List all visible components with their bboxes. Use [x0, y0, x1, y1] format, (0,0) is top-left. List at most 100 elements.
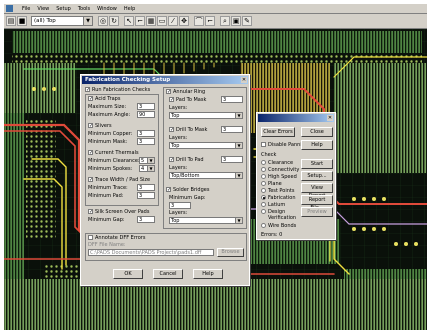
high-speed-label: High Speed — [268, 174, 297, 180]
close-icon[interactable]: ✕ — [241, 77, 247, 83]
open-icon[interactable]: ▤ — [6, 16, 16, 26]
chevron-down-icon[interactable]: ▼ — [235, 143, 242, 148]
chevron-down-icon[interactable]: ▼ — [235, 173, 242, 178]
save-icon[interactable]: ■ — [17, 16, 27, 26]
pad-to-mask-checkbox[interactable]: ✓ — [169, 97, 174, 103]
silk-screen-label: Silk Screen Over Pads — [95, 209, 150, 215]
menu-tools[interactable]: Tools — [78, 4, 90, 14]
verify-icon[interactable]: ▣ — [231, 16, 241, 26]
preview-button[interactable]: Preview — [301, 207, 333, 217]
drill-mask-layers-label: Layers: — [169, 135, 188, 141]
menu-window[interactable]: Window — [97, 4, 117, 14]
close-button[interactable]: Close — [301, 127, 333, 137]
disable-panning-checkbox[interactable] — [261, 142, 266, 147]
plane-radio[interactable] — [261, 181, 266, 186]
test-points-radio[interactable] — [261, 188, 266, 193]
bridges-layers-select[interactable]: Top ▼ — [169, 217, 243, 224]
annotate-checkbox[interactable] — [88, 235, 93, 240]
drill-mask-layer-value: Top — [171, 143, 180, 149]
acid-traps-checkbox[interactable]: ✓ — [88, 96, 93, 102]
min-pad-input[interactable]: 3 — [137, 192, 155, 199]
min-copper-input[interactable]: 3 — [137, 130, 155, 137]
browse-button[interactable]: Browse — [217, 248, 244, 257]
trace-width-checkbox[interactable]: ✓ — [88, 177, 93, 183]
latium-radio[interactable] — [261, 202, 266, 207]
menu-help[interactable]: Help — [124, 4, 135, 14]
find-icon[interactable]: ⌕ — [220, 16, 230, 26]
layer-select[interactable]: (all) Top ▼ — [31, 16, 93, 26]
pad-to-mask-input[interactable]: 3 — [221, 96, 243, 103]
min-spokes-select[interactable]: 4 ▼ — [139, 165, 155, 172]
tool-icon[interactable]: ✎ — [242, 16, 252, 26]
drill-to-mask-input[interactable]: 3 — [221, 126, 243, 133]
drill-pad-layers-select[interactable]: Top/Bottom ▼ — [169, 172, 243, 179]
clearance-radio[interactable] — [261, 160, 266, 165]
current-thermals-checkbox[interactable]: ✓ — [88, 150, 93, 156]
start-button[interactable]: Start — [301, 159, 333, 169]
zoom-icon[interactable]: ◎ — [98, 16, 108, 26]
bridges-min-gap-label: Minimum Gap: — [169, 195, 206, 201]
plane-label: Plane — [268, 181, 282, 187]
menu-file[interactable]: File — [22, 4, 30, 14]
slivers-checkbox[interactable]: ✓ — [88, 123, 93, 129]
drill-pad-layer-value: Top/Bottom — [171, 173, 200, 179]
high-speed-radio[interactable] — [261, 174, 266, 179]
max-size-label: Maximum Size: — [88, 104, 127, 110]
drill-to-pad-input[interactable]: 3 — [221, 156, 243, 163]
design-verification-radio[interactable] — [261, 209, 266, 214]
select-icon[interactable]: ↖ — [124, 16, 134, 26]
verify-help-button[interactable]: Help — [301, 140, 333, 150]
connectivity-radio[interactable] — [261, 167, 266, 172]
add-trace-icon[interactable]: ⁄ — [168, 16, 178, 26]
board-outline-icon[interactable]: ▭ — [157, 16, 167, 26]
chevron-down-icon[interactable]: ▼ — [147, 166, 154, 171]
verify-dialog-titlebar: ✕ — [258, 114, 334, 122]
drill-to-pad-checkbox[interactable]: ✓ — [169, 157, 174, 163]
cancel-button[interactable]: Cancel — [153, 269, 183, 279]
menu-setup[interactable]: Setup — [56, 4, 71, 14]
max-size-input[interactable]: 3 — [137, 103, 155, 110]
pad-mask-layers-select[interactable]: Top ▼ — [169, 112, 243, 119]
min-mask-input[interactable]: 3 — [137, 138, 155, 145]
silk-screen-checkbox[interactable]: ✓ — [88, 209, 93, 215]
chevron-down-icon[interactable]: ▼ — [235, 113, 242, 118]
annular-ring-checkbox[interactable]: ✓ — [166, 89, 171, 95]
view-report-button[interactable]: View Report — [301, 183, 333, 199]
arc-icon[interactable]: ⌒ — [194, 16, 204, 26]
app-icon — [6, 5, 13, 12]
chevron-down-icon[interactable]: ▼ — [235, 218, 242, 223]
chevron-down-icon[interactable]: ▼ — [147, 158, 154, 163]
ok-button[interactable]: OK — [113, 269, 143, 279]
chevron-down-icon[interactable]: ▼ — [83, 17, 92, 25]
solder-bridges-checkbox[interactable]: ✓ — [166, 187, 171, 193]
redraw-icon[interactable]: ↻ — [109, 16, 119, 26]
dff-path-input[interactable]: C:\PADS Documents\PADS Projects\pads1.df… — [88, 249, 214, 256]
drill-mask-layers-select[interactable]: Top ▼ — [169, 142, 243, 149]
min-clearance-select[interactable]: 5 ▼ — [139, 157, 155, 164]
fabrication-radio[interactable] — [261, 195, 266, 200]
trace-width-label: Trace Width / Pad Size — [95, 177, 151, 183]
setup-button[interactable]: Setup... — [301, 171, 333, 181]
corner-icon[interactable]: ⌐ — [205, 16, 215, 26]
clear-errors-button[interactable]: Clear Errors — [261, 127, 295, 137]
bridges-min-gap-input[interactable]: 3 — [169, 202, 191, 209]
report-file-button[interactable]: Report File... — [301, 195, 333, 211]
min-trace-input[interactable]: 3 — [137, 184, 155, 191]
move-icon[interactable]: ✥ — [179, 16, 189, 26]
silk-min-gap-input[interactable]: 3 — [137, 216, 155, 223]
current-thermals-label: Current Thermals — [95, 150, 139, 156]
dff-file-label: DFF File Name: — [88, 242, 126, 248]
component-icon[interactable]: ▦ — [146, 16, 156, 26]
close-icon[interactable]: ✕ — [327, 115, 333, 121]
help-button[interactable]: Help — [193, 269, 223, 279]
verify-design-dialog: ✕ Clear Errors Close Disable Panning Hel… — [256, 112, 336, 240]
connectivity-label: Connectivity — [268, 167, 300, 173]
menu-view[interactable]: View — [37, 4, 49, 14]
min-clearance-value: 5 — [141, 158, 145, 164]
wire-bonds-radio[interactable] — [261, 223, 266, 228]
min-pad-label: Minimum Pad: — [88, 193, 124, 199]
route-icon[interactable]: ⌐ — [135, 16, 145, 26]
drill-to-mask-checkbox[interactable]: ✓ — [169, 127, 174, 133]
run-checks-checkbox[interactable]: ✓ — [85, 87, 90, 93]
max-angle-input[interactable]: 90 — [137, 111, 155, 118]
